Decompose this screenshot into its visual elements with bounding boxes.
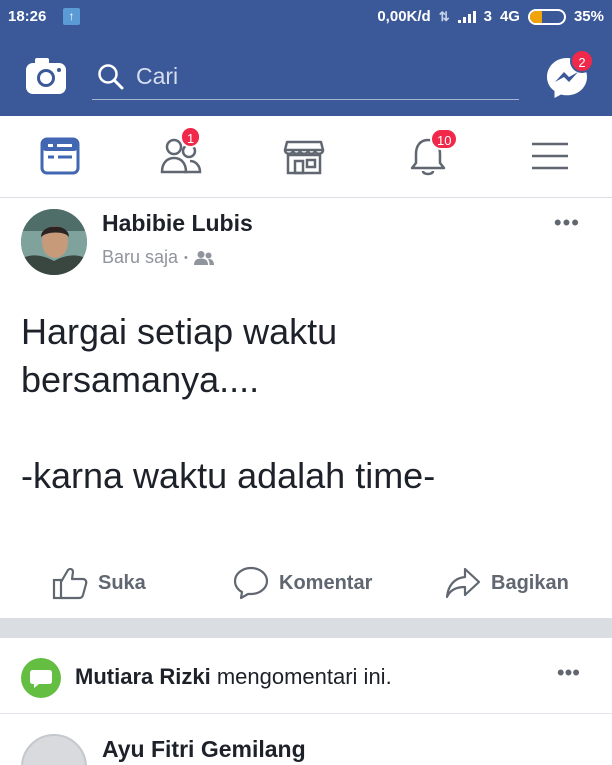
next-author-avatar[interactable] bbox=[21, 734, 87, 765]
camera-icon[interactable] bbox=[25, 56, 67, 96]
feed-post: Habibie Lubis Baru saja • ••• Hargai set… bbox=[0, 198, 612, 618]
data-speed: 0,00K/d bbox=[377, 8, 431, 25]
like-label: Suka bbox=[98, 571, 146, 594]
tab-friends[interactable]: 1 bbox=[152, 126, 208, 182]
search-icon bbox=[98, 64, 124, 90]
comment-activity[interactable]: Mutiara Rizki mengomentari ini. ••• bbox=[0, 638, 612, 714]
post-meta: Baru saja • bbox=[102, 247, 214, 268]
post-text: Hargai setiap waktu bersamanya.... -karn… bbox=[21, 311, 436, 496]
next-feed-post: Ayu Fitri Gemilang bbox=[0, 714, 612, 765]
activity-more-options[interactable]: ••• bbox=[557, 660, 580, 686]
signal-icon bbox=[457, 10, 476, 23]
network-type: 4G bbox=[499, 8, 520, 25]
search-input[interactable] bbox=[136, 59, 506, 93]
post-author-name[interactable]: Habibie Lubis bbox=[102, 210, 253, 237]
share-button[interactable]: Bagikan bbox=[445, 566, 569, 600]
share-label: Bagikan bbox=[491, 571, 569, 594]
tab-news-feed[interactable] bbox=[32, 130, 88, 182]
tab-notifications[interactable]: 10 bbox=[400, 128, 459, 182]
comment-button[interactable]: Komentar bbox=[233, 566, 372, 600]
activity-text: Mutiara Rizki mengomentari ini. bbox=[75, 664, 392, 690]
battery-percent: 35% bbox=[573, 8, 604, 25]
thumbs-up-icon bbox=[52, 567, 88, 600]
comment-bubble-icon bbox=[21, 658, 61, 698]
marketplace-icon bbox=[283, 140, 325, 175]
messenger-badge: 2 bbox=[570, 49, 594, 73]
profile-photo-icon bbox=[21, 209, 87, 275]
notifications-badge: 10 bbox=[430, 128, 459, 150]
hamburger-menu-icon bbox=[532, 142, 568, 170]
like-button[interactable]: Suka bbox=[52, 566, 146, 600]
status-time: 18:26 bbox=[8, 8, 47, 25]
battery-icon bbox=[527, 8, 566, 25]
meta-separator: • bbox=[184, 251, 188, 264]
feed-divider bbox=[0, 618, 612, 638]
friends-audience-icon bbox=[193, 250, 214, 265]
tab-menu[interactable] bbox=[522, 130, 578, 182]
share-arrow-icon bbox=[445, 567, 481, 599]
author-avatar[interactable] bbox=[21, 209, 87, 275]
activity-action: mengomentari ini. bbox=[210, 664, 392, 689]
upload-arrow-icon: ↑ bbox=[63, 8, 80, 25]
status-right: 0,00K/d ⇅ 3 4G 35% bbox=[377, 8, 604, 25]
comment-label: Komentar bbox=[279, 571, 373, 594]
tab-bar: 1 10 bbox=[0, 116, 612, 198]
post-time[interactable]: Baru saja bbox=[102, 247, 178, 268]
post-actions: Suka Komentar Bagikan bbox=[0, 558, 612, 608]
status-bar: 18:26 ↑ 0,00K/d ⇅ 3 4G 35% bbox=[0, 0, 612, 34]
activity-user-name[interactable]: Mutiara Rizki bbox=[75, 664, 211, 689]
friends-badge: 1 bbox=[180, 126, 202, 148]
search-bar[interactable] bbox=[92, 54, 519, 100]
comment-icon bbox=[233, 566, 269, 600]
data-transfer-icon: ⇅ bbox=[438, 8, 450, 24]
app-header: 2 bbox=[0, 34, 612, 116]
news-feed-icon bbox=[40, 137, 80, 175]
sim-slot: 3 bbox=[483, 8, 492, 25]
post-more-options[interactable]: ••• bbox=[554, 210, 580, 236]
next-post-author-name[interactable]: Ayu Fitri Gemilang bbox=[102, 736, 306, 763]
tab-marketplace[interactable] bbox=[275, 130, 331, 182]
